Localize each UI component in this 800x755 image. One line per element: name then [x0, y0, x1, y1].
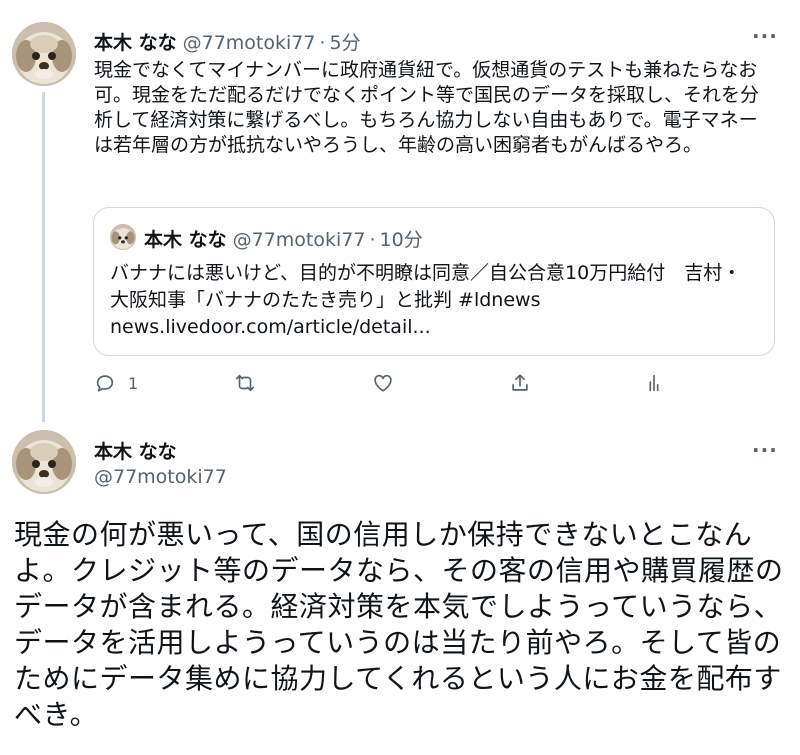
quoted-text: バナナには悪いけど、目的が不明瞭は同意／自公合意10万円給付 吉村・大阪知事「バ… [110, 262, 742, 311]
avatar[interactable] [12, 22, 76, 86]
reply-count: 1 [128, 373, 139, 393]
quoted-timestamp: 10分 [379, 229, 423, 251]
analytics-button[interactable] [643, 372, 665, 394]
share-button[interactable] [509, 372, 531, 394]
display-name[interactable]: 本木 なな [94, 437, 177, 464]
user-handle[interactable]: @77motoki77 [183, 32, 316, 54]
quoted-link[interactable]: news.livedoor.com/article/detail... [110, 316, 431, 338]
retweet-icon [235, 374, 255, 392]
analytics-icon [649, 374, 659, 392]
quoted-tweet-text: バナナには悪いけど、目的が不明瞭は同意／自公合意10万円給付 吉村・大阪知事「バ… [110, 260, 750, 341]
more-options-icon[interactable]: ··· [752, 24, 778, 48]
timestamp[interactable]: 5分 [330, 28, 361, 55]
quoted-display-name: 本木 なな [144, 229, 227, 251]
tweet-header: 本木 なな @77motoki77 · 5分 [94, 28, 361, 55]
heart-icon [374, 374, 392, 392]
user-handle[interactable]: @77motoki77 [94, 466, 227, 488]
separator-dot: · [369, 229, 376, 251]
quoted-tweet-header: 本木 なな @77motoki77 · 10分 [144, 225, 423, 252]
quoted-tweet[interactable]: 本木 なな @77motoki77 · 10分 バナナには悪いけど、目的が不明瞭… [93, 207, 775, 356]
tweet-text: 現金でなくてマイナンバーに政府通貨紐で。仮想通貨のテストも兼ねたらなお可。現金を… [94, 59, 760, 156]
tweet-main[interactable]: 本木 なな @77motoki77 ··· 現金の何が悪いって、国の信用しか保持… [0, 420, 800, 755]
avatar[interactable] [12, 430, 76, 494]
separator-dot: · [319, 32, 326, 54]
more-options-icon[interactable]: ··· [752, 438, 778, 462]
dog-avatar-image [12, 430, 76, 494]
like-button[interactable] [372, 372, 394, 394]
dog-avatar-image [110, 224, 136, 250]
share-icon [512, 374, 528, 391]
tweet-actions: 1 [94, 372, 674, 400]
reply-icon [96, 375, 114, 392]
thread-connector-line [42, 92, 45, 422]
avatar [110, 224, 136, 250]
reply-button[interactable]: 1 [94, 372, 138, 394]
dog-avatar-image [12, 22, 76, 86]
quoted-user-handle: @77motoki77 [232, 229, 366, 251]
retweet-button[interactable] [234, 372, 256, 394]
display-name[interactable]: 本木 なな [94, 28, 177, 55]
tweet-text: 現金の何が悪いって、国の信用しか保持できないとこなんよ。クレジット等のデータなら… [14, 518, 784, 731]
tweet-parent[interactable]: 本木 なな @77motoki77 · 5分 ··· 現金でなくてマイナンバーに… [0, 0, 800, 422]
